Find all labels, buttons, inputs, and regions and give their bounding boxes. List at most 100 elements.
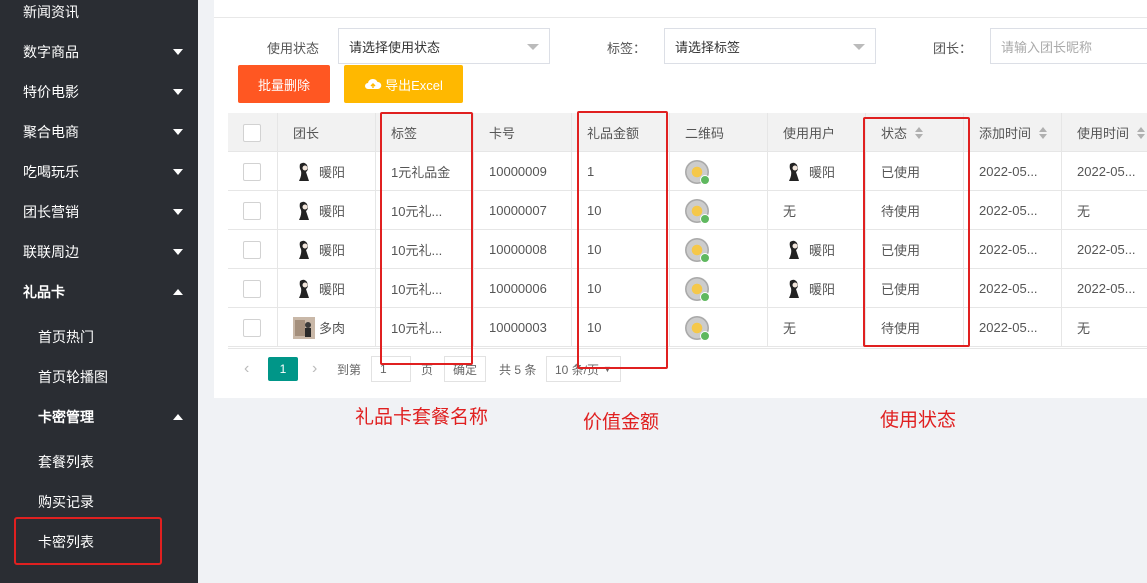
used-time-cell: 2022-05... (1077, 164, 1136, 179)
sidebar-item-card-management[interactable]: 卡密管理 (0, 397, 198, 437)
status-cell: 待使用 (881, 321, 921, 336)
qrcode-icon[interactable] (685, 159, 710, 185)
amount-cell: 10 (587, 242, 602, 257)
sidebar-item-digital-goods[interactable]: 数字商品 (0, 32, 198, 72)
table-cell: 暖阳 (278, 230, 376, 269)
table-cell (228, 230, 278, 269)
page-size-value: 10 条/页 (555, 362, 600, 377)
header-added-time[interactable]: 添加时间 (964, 113, 1062, 152)
amount-annotation: 价值金额 (583, 412, 660, 433)
caret-down-icon: ▼ (603, 364, 612, 374)
sort-icon (915, 126, 924, 139)
sidebar-item-movies[interactable]: 特价电影 (0, 72, 198, 112)
table-cell: 10 (572, 230, 670, 269)
batch-delete-button[interactable]: 批量删除 (238, 65, 330, 103)
sidebar-item-label: 购买记录 (38, 494, 94, 510)
header-leader: 团长 (278, 113, 376, 152)
user-cell: 无 (783, 321, 797, 336)
table-cell: 2022-05... (1062, 269, 1147, 308)
avatar (783, 238, 805, 261)
table-cell: 2022-05... (964, 152, 1062, 191)
sidebar-item-food-fun[interactable]: 吃喝玩乐 (0, 152, 198, 192)
sidebar-item-home-carousel[interactable]: 首页轮播图 (0, 357, 198, 397)
row-checkbox[interactable] (243, 201, 261, 220)
table-cell: 10元礼... (376, 269, 474, 308)
user-cell: 暖阳 (809, 282, 836, 297)
header-select-cell (228, 113, 278, 152)
table-cell: 10000003 (474, 308, 572, 347)
sidebar-item-ecommerce[interactable]: 聚合电商 (0, 112, 198, 152)
tag-select[interactable]: 请选择标签 (664, 28, 876, 64)
leader-search-placeholder: 请输入团长昵称 (1001, 39, 1093, 55)
sidebar-item-card-list[interactable]: 卡密列表 (0, 522, 198, 562)
sidebar-item-gift-card[interactable]: 礼品卡 (0, 272, 198, 312)
sidebar-item-leader-marketing[interactable]: 团长营销 (0, 192, 198, 232)
card-header (214, 0, 1147, 18)
table-cell: 10000008 (474, 230, 572, 269)
user-cell: 暖阳 (809, 243, 836, 258)
header-amount: 礼品金额 (572, 113, 670, 152)
header-tag: 标签 (376, 113, 474, 152)
prev-page-icon[interactable]: ‹ (244, 357, 249, 381)
qrcode-icon[interactable] (685, 276, 710, 302)
table-cell (670, 269, 768, 308)
table-cell: 待使用 (866, 191, 964, 230)
pagination: ‹ 1 › 到第 1 页 确定 共 5 条 10 条/页 ▼ (228, 348, 1147, 388)
table-cell: 2022-05... (1062, 230, 1147, 269)
added-time-cell: 2022-05... (979, 281, 1038, 296)
amount-cell: 10 (587, 281, 602, 296)
leader-filter-label: 团长： (933, 41, 973, 56)
table-cell: 无 (768, 191, 866, 230)
page-size-select[interactable]: 10 条/页 ▼ (546, 356, 621, 382)
table-cell: 10 (572, 269, 670, 308)
table-cell: 10000006 (474, 269, 572, 308)
used-time-cell: 2022-05... (1077, 242, 1136, 257)
row-checkbox[interactable] (243, 318, 261, 337)
row-checkbox[interactable] (243, 240, 261, 259)
goto-confirm-button[interactable]: 确定 (444, 356, 487, 382)
status-select[interactable]: 请选择使用状态 (338, 28, 550, 64)
table-header-row: 团长 标签 卡号 礼品金额 二维码 使用用户 状态 添加时间 使用时间 (228, 113, 1147, 152)
row-checkbox[interactable] (243, 279, 261, 298)
chevron-down-icon (853, 44, 865, 50)
header-used-time[interactable]: 使用时间 (1062, 113, 1147, 152)
tag-cell: 10元礼... (391, 321, 443, 336)
table-cell: 无 (768, 308, 866, 347)
page-unit-label: 页 (421, 362, 434, 377)
next-page-icon[interactable]: › (312, 357, 317, 381)
qrcode-icon[interactable] (685, 315, 710, 341)
header-status[interactable]: 状态 (866, 113, 964, 152)
leader-search-input[interactable]: 请输入团长昵称 (990, 28, 1147, 64)
row-checkbox[interactable] (243, 162, 261, 181)
export-excel-button[interactable]: 导出Excel (344, 65, 463, 103)
table-cell: 暖阳 (768, 152, 866, 191)
status-filter-label: 使用状态 (267, 41, 320, 56)
table-cell: 10 (572, 308, 670, 347)
chevron-up-icon (173, 289, 183, 295)
header-status-label: 状态 (881, 126, 908, 141)
avatar (783, 160, 805, 183)
table-cell: 暖阳 (768, 269, 866, 308)
tag-cell: 10元礼... (391, 243, 443, 258)
sidebar-item-package-list[interactable]: 套餐列表 (0, 442, 198, 482)
goto-page-input[interactable]: 1 (371, 356, 411, 382)
main-content: 使用状态 请选择使用状态 标签： 请选择标签 团长： 请输入团长昵称 批量删除 … (198, 0, 1147, 583)
select-all-checkbox[interactable] (243, 123, 261, 142)
sidebar-item-home-hot[interactable]: 首页热门 (0, 317, 198, 357)
qrcode-icon[interactable] (685, 237, 710, 263)
status-cell: 已使用 (881, 282, 921, 297)
avatar (293, 316, 315, 339)
table-cell: 2022-05... (1062, 152, 1147, 191)
page-1-button[interactable]: 1 (268, 357, 298, 381)
chevron-down-icon (527, 44, 539, 50)
sidebar-item-nearby[interactable]: 联联周边 (0, 232, 198, 272)
chevron-up-icon (173, 414, 183, 420)
chevron-down-icon (173, 169, 183, 175)
sidebar-item-purchase-records[interactable]: 购买记录 (0, 482, 198, 522)
table-cell: 无 (1062, 191, 1147, 230)
sidebar-item-label: 数字商品 (23, 44, 79, 60)
sidebar-item-news[interactable]: 新闻资讯 (0, 0, 198, 32)
qrcode-icon[interactable] (685, 198, 710, 224)
sidebar-item-label: 特价电影 (23, 84, 79, 100)
table-cell (670, 152, 768, 191)
